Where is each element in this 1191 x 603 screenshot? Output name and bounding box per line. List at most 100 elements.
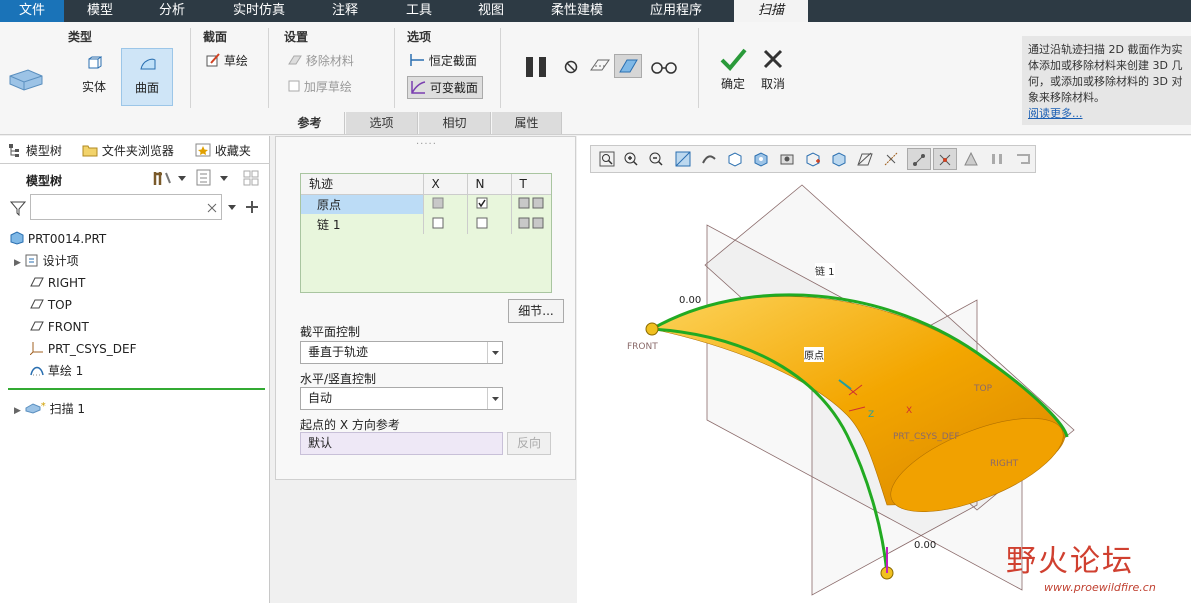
menu-analysis[interactable]: 分析 bbox=[136, 0, 208, 22]
menu-view[interactable]: 视图 bbox=[456, 0, 526, 22]
axis-display-icon[interactable] bbox=[883, 151, 899, 167]
dimension-top[interactable]: 0.00 bbox=[679, 295, 701, 306]
geometry-preview-icon[interactable] bbox=[589, 56, 611, 76]
section-plane-select[interactable]: 垂直于轨迹 bbox=[300, 341, 503, 364]
zoom-out-icon[interactable] bbox=[648, 151, 664, 167]
tree-layers-icon[interactable] bbox=[242, 169, 262, 187]
menu-applications[interactable]: 应用程序 bbox=[630, 0, 722, 22]
saved-orientations-icon[interactable] bbox=[753, 151, 769, 167]
surface-button[interactable]: 曲面 bbox=[121, 48, 173, 106]
sketch-button[interactable]: 草绘 bbox=[206, 52, 248, 69]
reverse-button[interactable]: 反向 bbox=[507, 432, 551, 455]
menu-sweep[interactable]: 扫描 bbox=[734, 0, 808, 22]
refit-icon[interactable] bbox=[599, 151, 615, 167]
tab-references[interactable]: 参考 bbox=[275, 112, 345, 134]
chevron-down-icon[interactable] bbox=[228, 205, 236, 211]
tree-search-input[interactable] bbox=[30, 194, 222, 220]
x-checkbox[interactable] bbox=[432, 217, 444, 229]
table-row[interactable]: 链 1 bbox=[301, 214, 551, 234]
expand-arrow-icon[interactable]: ▶ bbox=[14, 258, 21, 268]
section-view-icon[interactable] bbox=[831, 151, 847, 167]
show-columns-icon[interactable] bbox=[196, 169, 212, 187]
tab-options[interactable]: 选项 bbox=[346, 112, 418, 134]
verify-glasses-icon[interactable] bbox=[650, 60, 678, 74]
tree-settings-icon[interactable] bbox=[152, 169, 172, 187]
csys-label[interactable]: PRT_CSYS_DEF bbox=[893, 432, 960, 442]
origin-label[interactable]: 原点 bbox=[804, 347, 824, 362]
t-checkbox-pair[interactable] bbox=[518, 197, 546, 209]
type-group-title: 类型 bbox=[68, 30, 93, 44]
hv-control-select[interactable]: 自动 bbox=[300, 387, 503, 410]
attached-preview-toggle[interactable] bbox=[614, 54, 642, 78]
tree-item-front[interactable]: FRONT bbox=[30, 317, 89, 337]
filter-icon[interactable] bbox=[10, 200, 26, 216]
clear-icon[interactable] bbox=[207, 203, 217, 213]
menu-model[interactable]: 模型 bbox=[64, 0, 136, 22]
view-manager-icon[interactable] bbox=[779, 151, 795, 167]
pause-animation-icon[interactable] bbox=[989, 151, 1005, 167]
tab-favorites[interactable]: 收藏夹 bbox=[195, 140, 251, 162]
details-button[interactable]: 细节... bbox=[508, 299, 564, 323]
constant-section-button[interactable]: 恒定截面 bbox=[409, 52, 477, 69]
chain1-label[interactable]: 链 1 bbox=[815, 263, 835, 278]
n-checkbox[interactable] bbox=[476, 217, 488, 229]
cancel-button[interactable]: 取消 bbox=[756, 46, 790, 94]
tab-tangency[interactable]: 相切 bbox=[419, 112, 491, 134]
add-icon[interactable] bbox=[246, 201, 258, 213]
repaint-icon[interactable] bbox=[675, 151, 691, 167]
n-checkbox[interactable] bbox=[476, 197, 488, 209]
top-plane-label[interactable]: TOP bbox=[974, 384, 992, 394]
axis-x-label: X bbox=[906, 406, 913, 416]
remove-material-button[interactable]: 移除材料 bbox=[288, 52, 354, 69]
chevron-down-icon[interactable] bbox=[220, 176, 228, 182]
menu-annotate[interactable]: 注释 bbox=[310, 0, 380, 22]
tree-item-label: RIGHT bbox=[47, 276, 86, 290]
menu-tools[interactable]: 工具 bbox=[384, 0, 454, 22]
t-checkbox-pair[interactable] bbox=[518, 217, 546, 229]
tree-item-part[interactable]: PRT0014.PRT bbox=[10, 229, 106, 249]
tree-item-design-items[interactable]: ▶ 设计项 bbox=[14, 251, 79, 271]
tree-item-sweep1[interactable]: ▶ * 扫描 1 bbox=[14, 397, 85, 417]
display-style-icon[interactable] bbox=[727, 151, 743, 167]
menu-realtime-sim[interactable]: 实时仿真 bbox=[214, 0, 304, 22]
right-plane-label[interactable]: RIGHT bbox=[990, 459, 1018, 469]
tree-item-sketch1[interactable]: 草绘 1 bbox=[30, 361, 83, 381]
variable-section-button[interactable]: 可变截面 bbox=[407, 76, 483, 99]
pause-icon[interactable] bbox=[524, 55, 550, 79]
ok-button[interactable]: 确定 bbox=[716, 46, 750, 94]
row-name: 链 1 bbox=[301, 214, 424, 234]
chevron-down-icon[interactable] bbox=[178, 176, 186, 182]
tree-item-right[interactable]: RIGHT bbox=[30, 273, 85, 293]
tab-model-tree[interactable]: 模型树 bbox=[8, 140, 62, 162]
front-plane-label[interactable]: FRONT bbox=[627, 342, 658, 352]
x-direction-label: 起点的 X 方向参考 bbox=[300, 418, 400, 432]
no-preview-icon[interactable] bbox=[563, 59, 579, 75]
annotation-display-icon[interactable] bbox=[963, 151, 979, 167]
menu-flexible-modeling[interactable]: 柔性建模 bbox=[532, 0, 622, 22]
zoom-in-icon[interactable] bbox=[623, 151, 639, 167]
tree-item-csys[interactable]: PRT_CSYS_DEF bbox=[29, 339, 137, 359]
thicken-sketch-checkbox[interactable]: 加厚草绘 bbox=[288, 78, 352, 95]
point-display-toggle[interactable] bbox=[907, 148, 931, 170]
x-checkbox[interactable] bbox=[432, 197, 444, 209]
plane-display-icon[interactable] bbox=[857, 151, 873, 167]
x-direction-reference-field[interactable]: 默认 bbox=[300, 432, 503, 455]
solid-button[interactable]: 实体 bbox=[68, 48, 120, 106]
start-point-top[interactable] bbox=[645, 322, 659, 336]
help-more-link[interactable]: 阅读更多... bbox=[1028, 106, 1185, 122]
dimension-bottom[interactable]: 0.00 bbox=[914, 540, 936, 551]
tree-item-top[interactable]: TOP bbox=[30, 295, 72, 315]
dropdown-arrow[interactable] bbox=[487, 342, 502, 363]
csys-display-toggle[interactable] bbox=[933, 148, 957, 170]
tab-folder-browser[interactable]: 文件夹浏览器 bbox=[82, 140, 174, 162]
menu-file[interactable]: 文件 bbox=[0, 0, 64, 22]
perspective-icon[interactable] bbox=[805, 151, 821, 167]
expand-arrow-icon[interactable]: ▶ bbox=[14, 406, 21, 416]
tab-properties[interactable]: 属性 bbox=[492, 112, 562, 134]
dropdown-arrow[interactable] bbox=[487, 388, 502, 409]
table-row[interactable]: 原点 bbox=[301, 194, 551, 214]
panel-grip[interactable]: ····· bbox=[416, 139, 437, 150]
spin-center-icon[interactable] bbox=[701, 151, 717, 167]
toggle-view-icon[interactable] bbox=[1015, 151, 1031, 167]
favorites-icon bbox=[195, 143, 211, 157]
